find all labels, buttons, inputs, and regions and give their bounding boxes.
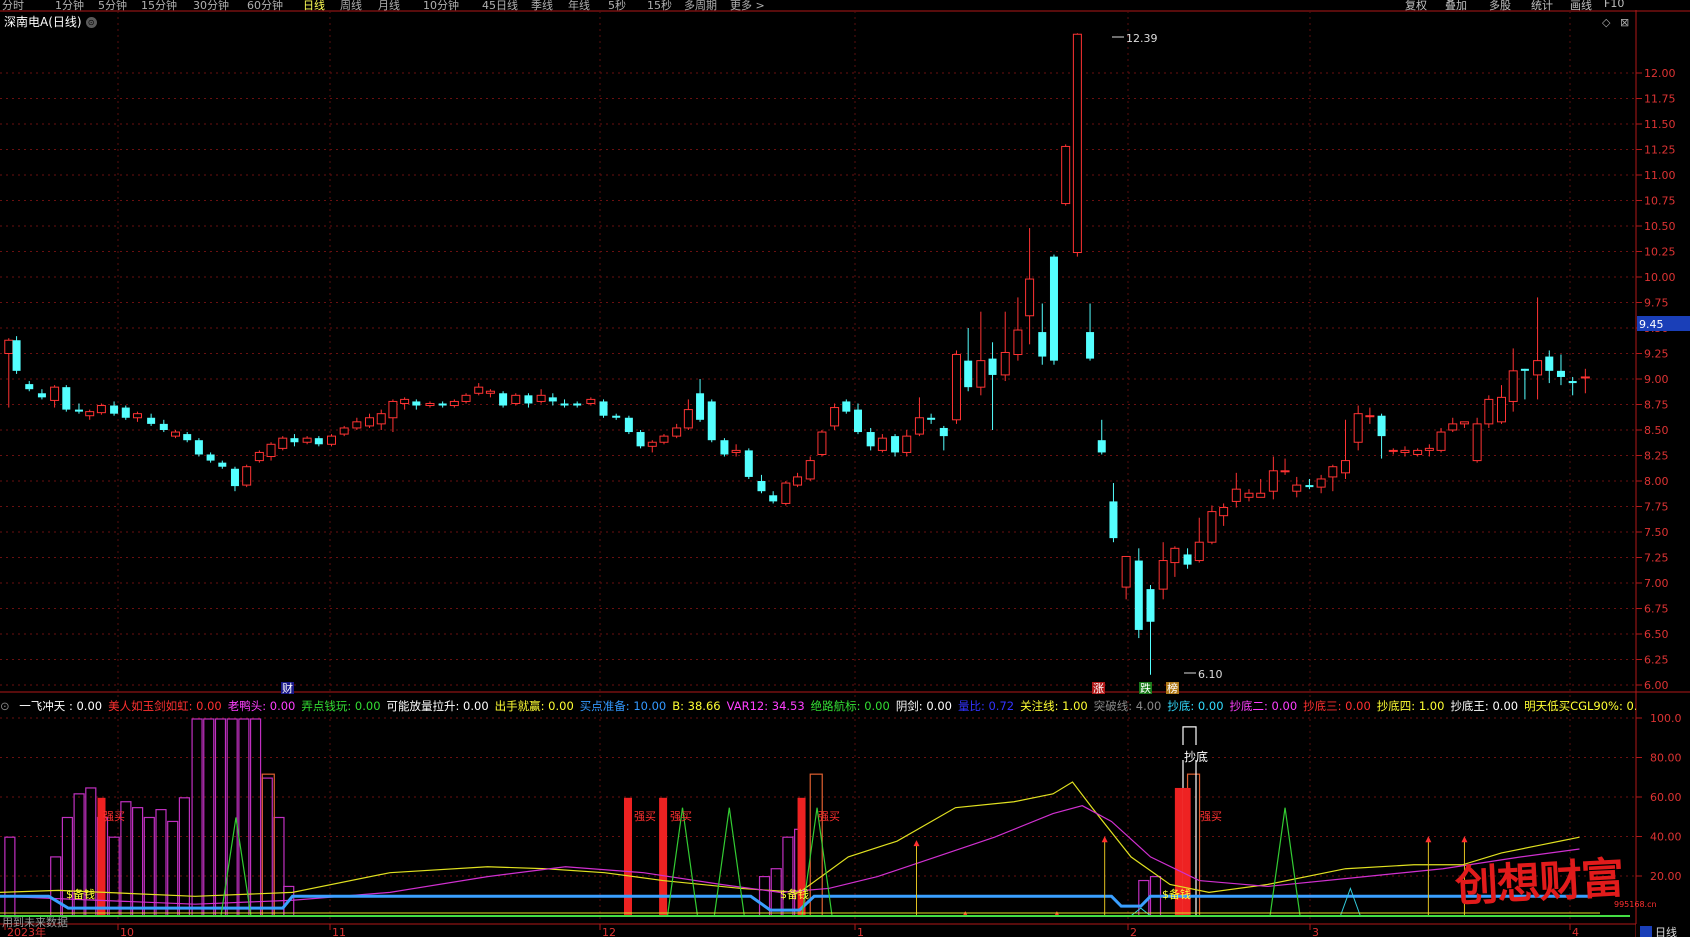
date-axis: 2023年 10 11 12 1 2 3 4 — [4, 924, 1579, 937]
price-tick: 11.00 — [1644, 169, 1676, 182]
indicator-value-15: 抄底二: 0.00 — [1229, 699, 1298, 713]
indicator-tick: 40.00 — [1650, 831, 1682, 844]
zhang-marker[interactable]: 涨 — [1093, 682, 1104, 695]
indicator-value-16: 抄底三: 0.00 — [1303, 699, 1371, 713]
price-tick: 7.25 — [1644, 552, 1669, 565]
price-tick: 7.75 — [1644, 501, 1669, 514]
indicator-tick: 60.00 — [1650, 791, 1682, 804]
indicator-tick: 100.0 — [1650, 712, 1682, 725]
indicator-value-12: 关注线: 1.00 — [1020, 699, 1088, 713]
watermark-url: 995168.cn — [1614, 900, 1657, 909]
bang-marker[interactable]: 榜 — [1167, 681, 1178, 695]
price-tick: 10.25 — [1644, 246, 1676, 259]
indicator-value-11: 量比: 0.72 — [957, 699, 1015, 713]
indicator-value-8: VAR12: 34.53 — [726, 699, 805, 713]
date-tick: 3 — [1312, 926, 1319, 937]
indicator-value-2: 老鸭头: 0.00 — [227, 699, 296, 713]
price-tick: 6.25 — [1644, 654, 1669, 667]
chaodi-label: 抄底 — [1184, 749, 1208, 764]
watermark-logo: 创想财富 — [1454, 853, 1625, 913]
price-tick: 8.50 — [1644, 424, 1669, 437]
future-data-note: 用到未来数据 — [2, 916, 68, 929]
indicator-value-3: 弄点钱玩: 0.00 — [301, 699, 381, 713]
price-grid — [0, 72, 1636, 686]
price-tick: 10.00 — [1644, 271, 1676, 284]
indicator-value-7: B: 38.66 — [672, 699, 721, 713]
indicator-value-9: 绝路航标: 0.00 — [810, 699, 890, 713]
min-price-label: 6.10 — [1198, 668, 1223, 681]
indicator-value-17: 抄底四: 1.00 — [1376, 699, 1445, 713]
price-tick: 9.00 — [1644, 373, 1669, 386]
qiangmai-label-5: 强买 — [1200, 810, 1222, 823]
indicator-value-6: 买点准备: 10.00 — [579, 699, 667, 713]
indicator-panel — [0, 718, 1630, 918]
collapse-icon[interactable]: ⊙ — [0, 699, 10, 713]
die-marker[interactable]: 跌 — [1140, 681, 1151, 695]
indicator-values-bar: ⊙ 一飞冲天 : 0.00 美人如玉剑如虹: 0.00 老鸭头: 0.00 弄点钱玩:… — [0, 698, 1636, 715]
indicator-value-0: 一飞冲天 : 0.00 — [19, 699, 103, 713]
qiangmai-label-3: 强买 — [670, 810, 692, 823]
expand-icon[interactable]: ⊠ — [1620, 16, 1629, 29]
indicator-value-18: 抄底王: 0.00 — [1450, 699, 1519, 713]
price-tick: 11.50 — [1644, 118, 1676, 131]
diamond-icon[interactable]: ◇ — [1602, 16, 1611, 29]
price-tick: 6.75 — [1644, 603, 1669, 616]
price-tick: 10.75 — [1644, 195, 1676, 208]
period-switch-icon[interactable] — [1640, 926, 1652, 937]
beiqian-label-2: $备钱 — [780, 887, 809, 901]
price-tick: 12.00 — [1644, 67, 1676, 80]
qiangmai-label-1: 强买 — [103, 810, 125, 823]
candlesticks — [4, 33, 1590, 675]
bottom-tab-daily[interactable]: 日线 — [1655, 925, 1677, 937]
indicator-value-4: 可能放量拉升: 0.00 — [386, 699, 489, 713]
price-tick: 11.25 — [1644, 144, 1676, 157]
indicator-tick-labels: 100.0 80.00 60.00 40.00 20.00 — [1636, 712, 1682, 883]
qiangmai-label-2: 强买 — [634, 810, 656, 823]
kline-chart[interactable]: 12.00 11.75 11.50 11.25 11.00 10.75 10.50 10.25… — [0, 0, 1690, 937]
cai-marker[interactable]: 财 — [282, 681, 293, 695]
indicator-value-1: 美人如玉剑如虹: 0.00 — [108, 699, 222, 713]
beiqian-label-1: $备钱 — [66, 887, 95, 901]
price-tick: 9.75 — [1644, 297, 1669, 310]
indicator-value-19: 明天低买CGL90%: 0.00 — [1524, 699, 1636, 713]
date-tick: 4 — [1572, 926, 1579, 937]
qiangmai-label-4: 强买 — [818, 810, 840, 823]
price-tick: 7.00 — [1644, 577, 1669, 590]
price-tick: 11.75 — [1644, 93, 1676, 106]
price-tick-labels: 12.00 11.75 11.50 11.25 11.00 10.75 10.50 10.25… — [1636, 67, 1676, 692]
price-tick: 6.00 — [1644, 679, 1669, 692]
price-tick: 8.75 — [1644, 399, 1669, 412]
date-tick: 10 — [120, 926, 134, 937]
indicator-value-10: 阴剑: 0.00 — [895, 699, 952, 713]
price-tick: 8.00 — [1644, 475, 1669, 488]
date-tick: 1 — [857, 926, 864, 937]
beiqian-label-3: $备钱 — [1162, 887, 1191, 901]
price-tick: 10.50 — [1644, 220, 1676, 233]
indicator-tick: 20.00 — [1650, 870, 1682, 883]
price-tick: 8.25 — [1644, 450, 1669, 463]
date-tick: 12 — [602, 926, 616, 937]
indicator-tick: 80.00 — [1650, 752, 1682, 765]
indicator-value-5: 出手就赢: 0.00 — [494, 699, 574, 713]
date-tick: 2 — [1130, 926, 1137, 937]
date-tick: 11 — [332, 926, 346, 937]
price-tick: 6.50 — [1644, 628, 1669, 641]
indicator-value-14: 抄底: 0.00 — [1167, 699, 1224, 713]
current-price-label: 9.45 — [1639, 318, 1664, 331]
price-tick: 7.50 — [1644, 526, 1669, 539]
price-tick: 9.25 — [1644, 348, 1669, 361]
max-price-label: 12.39 — [1126, 32, 1158, 45]
indicator-value-13: 突破线: 4.00 — [1093, 699, 1162, 713]
